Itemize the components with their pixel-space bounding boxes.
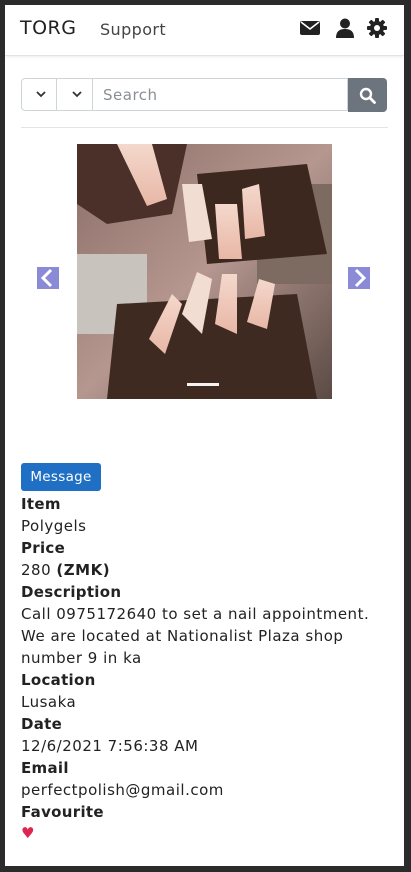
chevron-left-icon: [37, 267, 59, 289]
date-label: Date: [21, 715, 63, 733]
search-button[interactable]: [348, 78, 387, 112]
email-label: Email: [21, 759, 69, 777]
location-label: Location: [21, 671, 96, 689]
chevron-down-icon: [72, 91, 82, 98]
category-select[interactable]: [21, 78, 57, 111]
listing-photo: [77, 144, 332, 399]
message-button[interactable]: Message: [21, 463, 101, 491]
carousel-indicator-active[interactable]: [187, 383, 219, 386]
navbar: TORG Support: [5, 5, 404, 56]
listing-image-carousel[interactable]: [77, 144, 332, 399]
price-label: Price: [21, 539, 66, 557]
listing-details: Item Polygels Price 280 (ZMK) Descriptio…: [21, 493, 391, 843]
item-value: Polygels: [21, 517, 87, 535]
price-value: 280: [21, 561, 52, 579]
chevron-down-icon: [36, 91, 46, 98]
divider: [21, 127, 388, 128]
gear-icon[interactable]: [366, 17, 388, 39]
app-frame: TORG Support Search Message Item Polygel…: [5, 5, 404, 866]
heart-icon[interactable]: ♥: [21, 823, 391, 843]
envelope-icon[interactable]: [299, 17, 321, 39]
brand-logo[interactable]: TORG: [20, 17, 77, 39]
chevron-right-icon: [348, 267, 370, 289]
location-value: Lusaka: [21, 693, 77, 711]
user-icon[interactable]: [334, 17, 356, 39]
search-input[interactable]: [92, 78, 348, 111]
email-value: perfectpolish@gmail.com: [21, 781, 224, 799]
item-label: Item: [21, 495, 61, 513]
filter-select[interactable]: [56, 78, 93, 111]
search-icon: [359, 87, 376, 104]
search-bar: [21, 78, 387, 113]
price-currency: (ZMK): [56, 561, 111, 579]
favourite-label: Favourite: [21, 803, 104, 821]
description-value: Call 0975172640 to set a nail appointmen…: [21, 605, 370, 667]
carousel-next-button[interactable]: [348, 267, 370, 289]
date-value: 12/6/2021 7:56:38 AM: [21, 737, 199, 755]
description-label: Description: [21, 583, 122, 601]
support-link[interactable]: Support: [100, 20, 166, 39]
price-row: 280 (ZMK): [21, 559, 391, 581]
carousel-prev-button[interactable]: [37, 267, 59, 289]
